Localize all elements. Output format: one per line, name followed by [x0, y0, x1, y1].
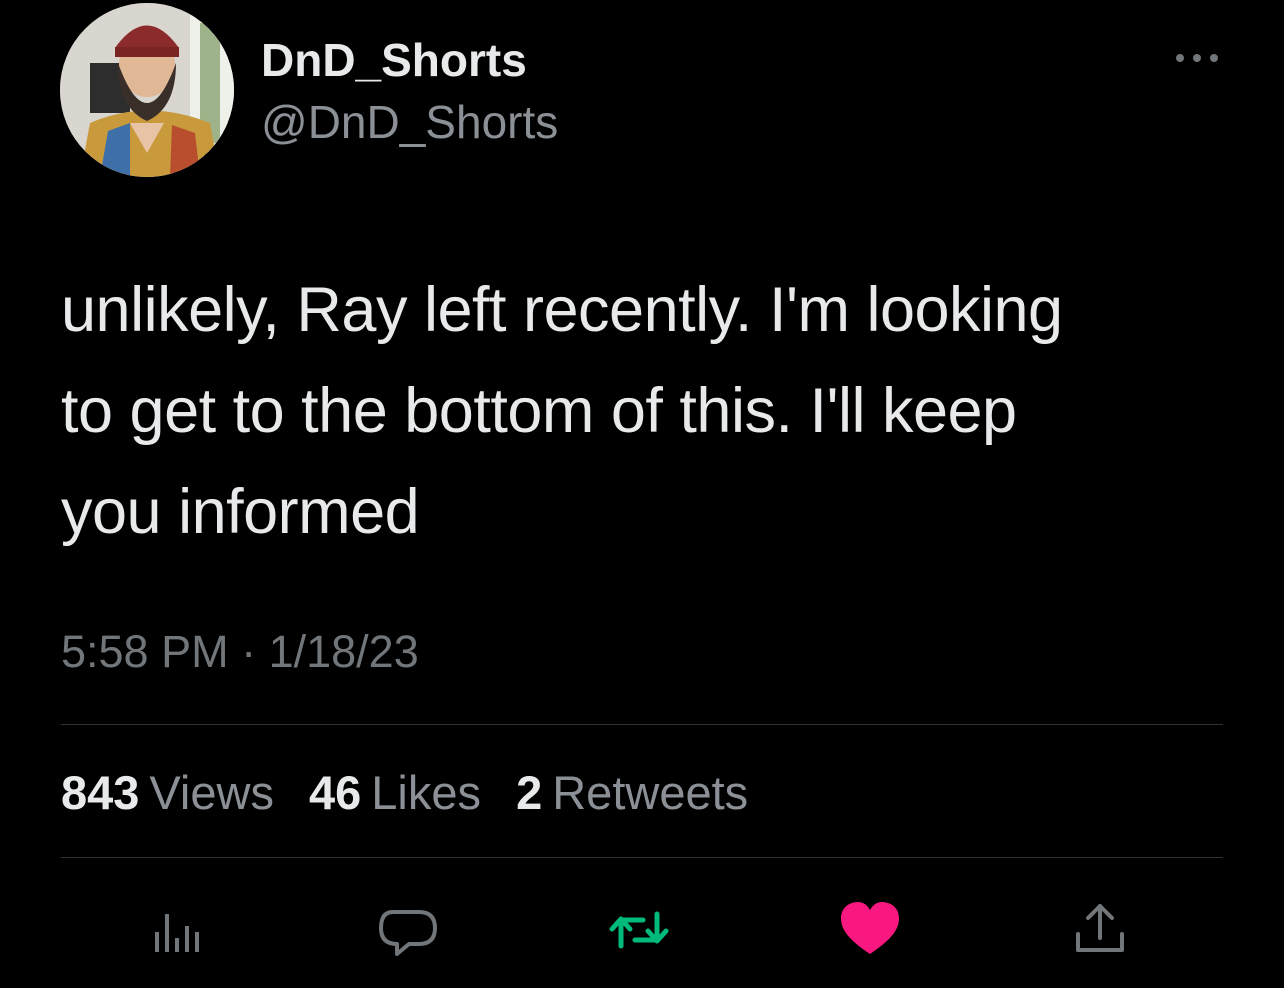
display-name[interactable]: DnD_Shorts [261, 32, 527, 88]
tweet-text: unlikely, Ray left recently. I'm looking… [61, 260, 1221, 563]
retweet-icon[interactable] [607, 898, 671, 962]
like-icon[interactable] [838, 898, 902, 962]
tweet-text-line: unlikely, Ray left recently. I'm looking [61, 275, 1063, 345]
divider [61, 724, 1223, 725]
retweets-count: 2 [516, 766, 543, 819]
reply-icon[interactable] [375, 898, 439, 962]
avatar[interactable] [60, 3, 234, 177]
retweets-label: Retweets [552, 766, 749, 819]
likes-label: Likes [371, 766, 482, 819]
likes-stat[interactable]: 46 Likes [309, 765, 481, 821]
share-icon[interactable] [1068, 898, 1132, 962]
handle[interactable]: @DnD_Shorts [261, 94, 558, 150]
divider [61, 857, 1223, 858]
more-options-icon[interactable] [1172, 48, 1222, 68]
timestamp[interactable]: 5:58 PM · 1/18/23 [61, 624, 419, 680]
views-count: 843 [61, 766, 140, 819]
analytics-icon[interactable] [145, 898, 209, 962]
views-stat[interactable]: 843 Views [61, 765, 274, 821]
likes-count: 46 [309, 766, 362, 819]
views-label: Views [149, 766, 274, 819]
tweet-text-line: you informed [61, 477, 420, 547]
engagement-stats: 843 Views 46 Likes 2 Retweets [61, 765, 770, 821]
retweets-stat[interactable]: 2 Retweets [516, 765, 748, 821]
tweet-text-line: to get to the bottom of this. I'll keep [61, 376, 1017, 446]
